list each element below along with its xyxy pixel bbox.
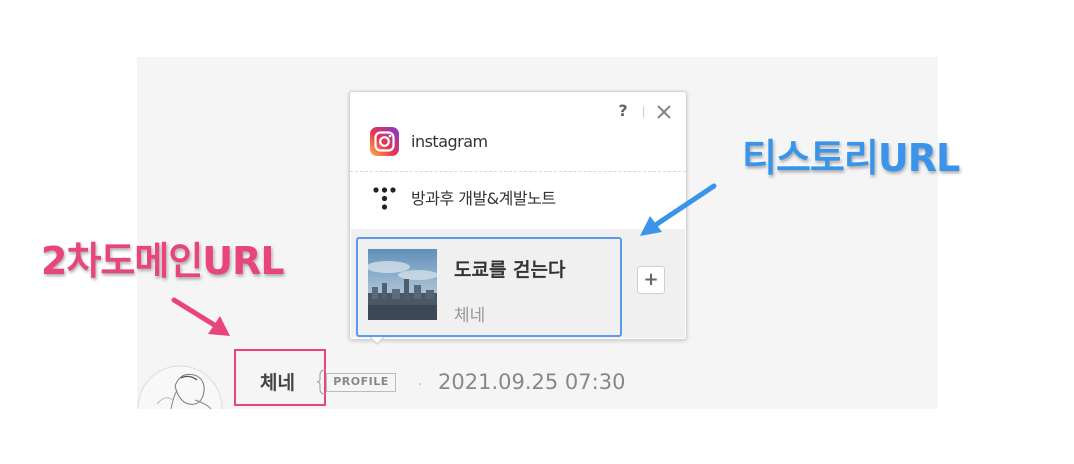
profile-badge[interactable]: PROFILE — [326, 373, 396, 392]
annotation-box-domain — [234, 349, 326, 406]
popup-tail-inner — [370, 336, 384, 343]
link-divider — [350, 171, 686, 172]
tistory-icon — [370, 183, 399, 212]
close-icon — [657, 105, 671, 119]
help-button[interactable]: ? — [616, 101, 630, 121]
avatar[interactable] — [137, 364, 223, 409]
date-separator: · — [418, 377, 423, 393]
arrow-icon — [640, 183, 717, 236]
close-button[interactable] — [656, 104, 672, 120]
instagram-icon — [370, 126, 399, 156]
blog-post-card[interactable]: 도쿄를 걷는다 체네 — [356, 237, 622, 337]
annotation-domain-url: 2차도메인URL — [40, 238, 286, 284]
instagram-label: instagram — [411, 131, 488, 151]
post-author: 체네 — [454, 306, 486, 326]
plus-icon: + — [643, 269, 659, 290]
post-date: 2021.09.25 07:30 — [438, 370, 626, 394]
arrow-icon — [171, 297, 230, 336]
instagram-link[interactable]: instagram — [350, 121, 686, 161]
post-title: 도쿄를 걷는다 — [454, 259, 566, 281]
post-thumbnail — [368, 249, 437, 320]
annotation-tistory-url: 티스토리URL — [741, 135, 961, 181]
add-button[interactable]: + — [637, 266, 665, 294]
blog-label: 방과후 개발&계발노트 — [411, 189, 556, 208]
control-divider — [643, 106, 644, 118]
